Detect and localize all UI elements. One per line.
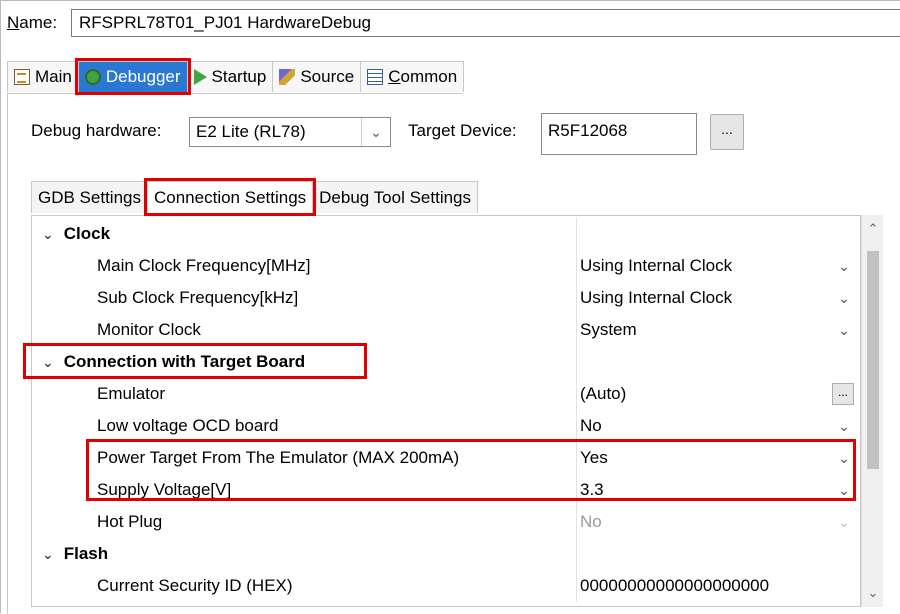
table-row[interactable]: Current Security ID (HEX) 00000000000000… bbox=[32, 570, 860, 602]
property-name: Power Target From The Emulator (MAX 200m… bbox=[97, 448, 460, 467]
table-row[interactable]: Main Clock Frequency[MHz] Using Internal… bbox=[32, 250, 860, 282]
property-value: System bbox=[580, 320, 637, 339]
property-name: Low voltage OCD board bbox=[97, 416, 279, 435]
top-tabs: Main Debugger Startup Source Common bbox=[7, 58, 465, 95]
debug-hardware-select[interactable]: E2 Lite (RL78) ⌄ bbox=[189, 117, 391, 147]
sub-tabs: GDB Settings Connection Settings Debug T… bbox=[31, 178, 479, 216]
property-name: Hot Plug bbox=[97, 512, 163, 531]
property-name: Emulator bbox=[97, 384, 166, 403]
launch-configuration-dialog: Name: RFSPRL78T01_PJ01 HardwareDebug Mai… bbox=[0, 0, 900, 614]
chevron-down-icon[interactable]: ⌄ bbox=[828, 322, 860, 339]
chevron-down-icon: ⌄ bbox=[42, 353, 54, 370]
category-clock[interactable]: ⌄ Clock bbox=[32, 218, 860, 250]
property-table: ⌄ Clock Main Clock Frequency[MHz] Using I… bbox=[31, 215, 861, 607]
tab-common[interactable]: Common bbox=[360, 61, 465, 92]
main-tab-icon bbox=[14, 69, 30, 85]
scroll-thumb[interactable] bbox=[867, 251, 879, 469]
tab-gdb-settings[interactable]: GDB Settings bbox=[31, 181, 148, 213]
tab-source[interactable]: Source bbox=[272, 61, 362, 92]
name-row: Name: bbox=[7, 7, 63, 39]
category-label: Connection with Target Board bbox=[63, 352, 306, 371]
tab-debug-tool-settings[interactable]: Debug Tool Settings bbox=[312, 181, 479, 213]
chevron-up-icon[interactable]: ⌃ bbox=[862, 221, 884, 237]
table-row[interactable]: Power Target From The Emulator (MAX 200m… bbox=[32, 442, 860, 474]
chevron-down-icon[interactable]: ⌄ bbox=[862, 585, 884, 601]
table-row[interactable]: Sub Clock Frequency[kHz] Using Internal … bbox=[32, 282, 860, 314]
property-value: No bbox=[580, 512, 602, 531]
tab-startup[interactable]: Startup bbox=[186, 61, 274, 92]
tab-source-label: Source bbox=[300, 67, 355, 86]
category-flash[interactable]: ⌄ Flash bbox=[32, 538, 860, 570]
category-label: Flash bbox=[63, 544, 109, 563]
name-label: Name: bbox=[7, 13, 58, 32]
tab-common-label: Common bbox=[388, 67, 458, 86]
chevron-down-icon[interactable]: ⌄ bbox=[828, 418, 860, 435]
chevron-down-icon: ⌄ bbox=[42, 545, 54, 562]
property-value: (Auto) bbox=[580, 384, 627, 403]
debug-hardware-value: E2 Lite (RL78) bbox=[196, 122, 306, 141]
property-value: Using Internal Clock bbox=[580, 288, 733, 307]
name-input[interactable]: RFSPRL78T01_PJ01 HardwareDebug bbox=[71, 9, 900, 37]
category-connection[interactable]: ⌄ Connection with Target Board bbox=[32, 346, 860, 378]
property-value: Using Internal Clock bbox=[580, 256, 733, 275]
chevron-down-icon: ⌄ bbox=[361, 118, 390, 146]
property-name: Sub Clock Frequency[kHz] bbox=[97, 288, 299, 307]
play-icon bbox=[193, 69, 207, 85]
common-icon bbox=[367, 69, 384, 85]
property-name: Monitor Clock bbox=[97, 320, 201, 339]
chevron-down-icon: ⌄ bbox=[42, 225, 54, 242]
debug-hardware-label: Debug hardware: bbox=[31, 121, 162, 140]
property-value: 00000000000000000000 bbox=[580, 576, 770, 595]
tab-main-label: Main bbox=[35, 67, 72, 86]
chevron-down-icon[interactable]: ⌄ bbox=[828, 258, 860, 275]
emulator-browse-button[interactable]: ... bbox=[832, 383, 854, 405]
property-value: 3.3 bbox=[580, 480, 604, 499]
chevron-down-icon[interactable]: ⌄ bbox=[828, 450, 860, 467]
source-icon bbox=[279, 69, 296, 85]
tab-connection-settings[interactable]: Connection Settings bbox=[143, 178, 317, 216]
vertical-scrollbar[interactable]: ⌃ ⌄ bbox=[861, 215, 883, 607]
property-name: Supply Voltage[V] bbox=[97, 480, 232, 499]
tab-main[interactable]: Main bbox=[7, 61, 79, 92]
property-value: Yes bbox=[580, 448, 608, 467]
tab-startup-label: Startup bbox=[211, 67, 267, 86]
category-label: Clock bbox=[63, 224, 111, 243]
bug-icon bbox=[84, 69, 101, 85]
chevron-down-icon[interactable]: ⌄ bbox=[828, 290, 860, 307]
chevron-down-icon[interactable]: ⌄ bbox=[828, 482, 860, 499]
property-name: Current Security ID (HEX) bbox=[97, 576, 293, 595]
property-name: Main Clock Frequency[MHz] bbox=[97, 256, 311, 275]
target-device-browse-button[interactable]: ... bbox=[710, 114, 744, 150]
property-value: No bbox=[580, 416, 602, 435]
chevron-down-icon: ⌄ bbox=[838, 513, 850, 530]
table-row[interactable]: Emulator (Auto)... bbox=[32, 378, 860, 410]
tab-debugger[interactable]: Debugger bbox=[74, 58, 191, 95]
target-device-input[interactable]: R5F12068 bbox=[541, 113, 697, 155]
table-row[interactable]: Supply Voltage[V] 3.3 ⌄ bbox=[32, 474, 860, 506]
target-device-label: Target Device: bbox=[408, 121, 517, 140]
table-row: Hot Plug No ⌄ bbox=[32, 506, 860, 538]
table-row[interactable]: Monitor Clock System ⌄ bbox=[32, 314, 860, 346]
tab-debugger-label: Debugger bbox=[105, 67, 181, 86]
table-row[interactable]: Low voltage OCD board No ⌄ bbox=[32, 410, 860, 442]
